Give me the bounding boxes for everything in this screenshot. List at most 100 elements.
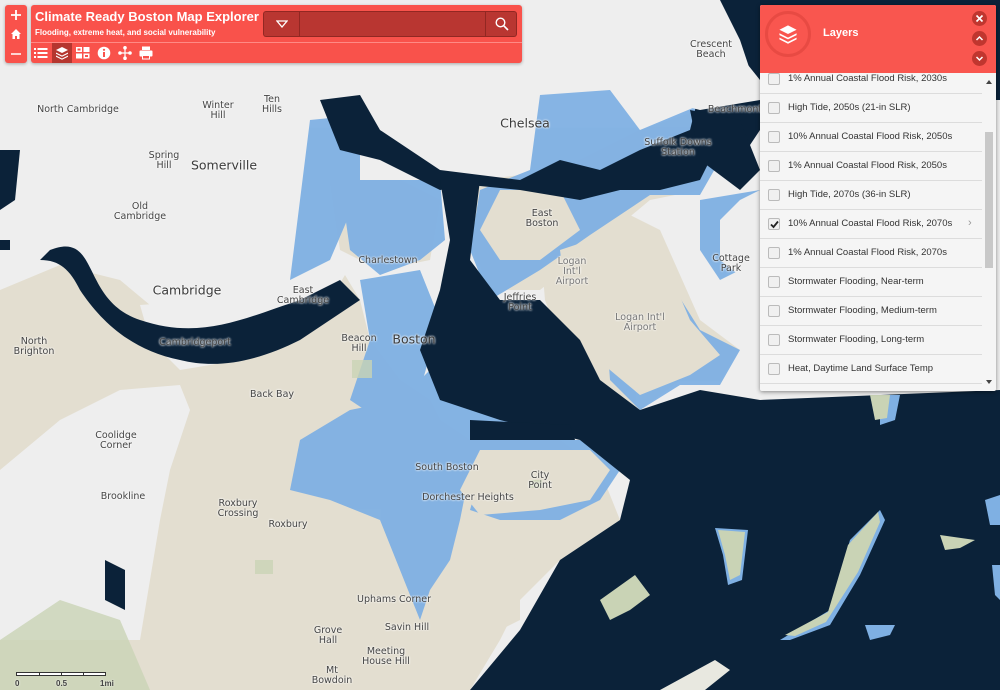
close-panel-button[interactable] [972,11,987,26]
layer-item[interactable] [760,384,982,391]
print-tool-button[interactable] [136,43,156,63]
map-label: Suffolk Downs Station [644,137,712,158]
info-icon [97,46,111,60]
map-label: Somerville [190,157,258,173]
layer-label: 10% Annual Coastal Flood Risk, 2050s [788,131,953,142]
map-label: Grove Hall [313,625,343,646]
map-label: Beachmont [707,104,763,115]
scale-label: 0.5 [56,679,68,688]
layer-checkbox-checked[interactable] [768,218,780,230]
layer-item[interactable]: High Tide, 2070s (36-in SLR) [760,181,982,210]
scale-tick [83,672,84,676]
map-label: Logan Int'l Airport [555,256,589,287]
layer-label: 1% Annual Coastal Flood Risk, 2050s [788,160,947,171]
scale-tick [39,672,40,676]
zoom-in-button[interactable] [5,6,27,24]
map-label: Beacon Hill [341,333,377,354]
layer-item[interactable]: 1% Annual Coastal Flood Risk, 2070s [760,239,982,268]
plus-icon [11,10,21,20]
home-button[interactable] [5,25,27,43]
map-label: North Cambridge [37,104,119,115]
search-input[interactable] [300,12,485,36]
map-label: Roxbury [268,519,308,530]
layer-item[interactable]: Stormwater Flooding, Medium-term [760,297,982,326]
layer-label: 10% Annual Coastal Flood Risk, 2070s [788,218,953,229]
scale-tick [61,672,62,676]
scroll-down-arrow[interactable] [986,380,992,384]
map-label: Back Bay [249,389,295,400]
layer-label: 1% Annual Coastal Flood Risk, 2070s [788,247,947,258]
map-label: Ten Hills [261,94,283,115]
app-title: Climate Ready Boston Map Explorer [35,9,259,24]
layers-tool-button[interactable] [52,43,72,63]
layer-label: Heat, Daytime Land Surface Temp [788,363,934,374]
layers-icon [56,47,68,60]
layer-checkbox[interactable] [768,73,780,85]
info-tool-button[interactable] [94,43,114,63]
collapse-panel-button[interactable] [972,31,987,46]
layers-panel: Layers 1% Annual Coastal Flood Risk, 203… [760,5,996,391]
layer-checkbox[interactable] [768,305,780,317]
map-label: South Boston [415,462,479,473]
search-button[interactable] [485,12,516,36]
home-icon [11,29,21,39]
map-label: Savin Hill [384,622,430,633]
scroll-up-arrow[interactable] [986,80,992,84]
search-box [263,11,517,37]
map-label: Jeffries Point [503,292,537,313]
layer-label: High Tide, 2050s (21-in SLR) [788,102,911,113]
layer-item[interactable]: 10% Annual Coastal Flood Risk, 2050s [760,123,982,152]
scale-bar [16,672,106,676]
layer-checkbox[interactable] [768,131,780,143]
layers-panel-header: Layers [760,5,996,73]
layer-label: High Tide, 2070s (36-in SLR) [788,189,911,200]
layer-item-selected[interactable]: 10% Annual Coastal Flood Risk, 2070s › [760,210,982,239]
print-icon [139,46,153,60]
layer-checkbox[interactable] [768,102,780,114]
layer-label: 1% Annual Coastal Flood Risk, 2030s [788,73,947,84]
layer-checkbox[interactable] [768,276,780,288]
map-label: Mt Bowdoin [311,665,353,686]
map-label: Old Cambridge [113,201,167,222]
list-icon [34,48,48,58]
chevron-up-icon [975,35,984,41]
layer-checkbox[interactable] [768,247,780,259]
layers-scrollbar[interactable] [984,75,994,389]
map-label: City Point [528,470,552,491]
map-label: Brookline [100,491,146,502]
map-label: Meeting House Hill [362,646,410,667]
layers-header-badge [765,11,811,57]
scale-label: 0 [15,679,20,688]
map-label: Spring Hill [148,150,180,171]
map-label: Charlestown [358,255,418,266]
map-label: Winter Hill [202,100,234,121]
basemap-tool-button[interactable] [73,43,93,63]
layers-panel-title: Layers [823,27,859,39]
toolbar [31,43,161,63]
zoom-out-button[interactable] [5,43,27,61]
layer-item[interactable]: Heat, Daytime Land Surface Temp [760,355,982,384]
share-icon [118,46,132,60]
map-label: Chelsea [500,115,550,131]
layer-checkbox[interactable] [768,189,780,201]
map-label: Coolidge Corner [95,430,137,451]
scale-label: 1mi [100,679,114,688]
layer-checkbox[interactable] [768,334,780,346]
layer-item[interactable]: Stormwater Flooding, Near-term [760,268,982,297]
search-source-dropdown[interactable] [264,12,300,36]
layer-item[interactable]: Stormwater Flooding, Long-term [760,326,982,355]
scroll-thumb[interactable] [985,132,993,268]
map-label: Boston [392,331,436,347]
layer-checkbox[interactable] [768,363,780,375]
layer-item[interactable]: 1% Annual Coastal Flood Risk, 2050s [760,152,982,181]
legend-tool-button[interactable] [31,43,51,63]
map-label: Dorchester Heights [422,492,514,503]
layer-checkbox[interactable] [768,160,780,172]
submenu-arrow-icon[interactable]: › [968,217,972,229]
layer-item[interactable]: High Tide, 2050s (21-in SLR) [760,94,982,123]
expand-panel-button[interactable] [972,51,987,66]
app-subtitle: Flooding, extreme heat, and social vulne… [35,28,216,37]
share-tool-button[interactable] [115,43,135,63]
layer-label: Stormwater Flooding, Near-term [788,276,924,287]
map-label: Cambridgeport [159,337,231,348]
